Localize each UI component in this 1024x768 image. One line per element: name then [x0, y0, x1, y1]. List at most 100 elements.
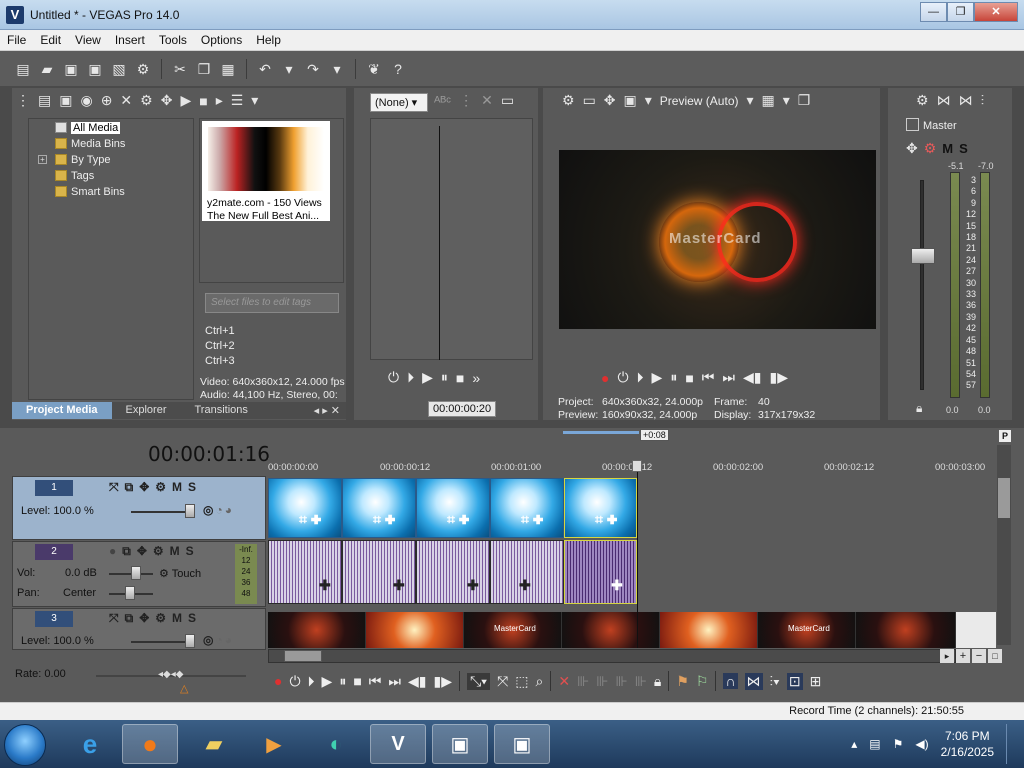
pan-crop-icon[interactable]: ⌗ ✚	[373, 511, 395, 528]
abc-icon[interactable]: ᴬᴮᶜ	[434, 93, 451, 109]
stop-icon[interactable]: ■	[199, 93, 207, 109]
invert-phase-icon[interactable]: ⧉	[122, 544, 131, 559]
taskbar-network-app-icon[interactable]: ▣	[432, 724, 488, 764]
track-fx-gear-icon[interactable]: ⚙	[153, 544, 164, 559]
menu-tools[interactable]: Tools	[152, 30, 194, 50]
menu-view[interactable]: View	[68, 30, 108, 50]
record-icon[interactable]: ●	[601, 370, 609, 386]
play-icon[interactable]: ▶	[180, 92, 191, 109]
paste-icon[interactable]: ▦	[219, 60, 237, 78]
track-2-vol-handle[interactable]	[131, 566, 141, 580]
preview-quality-label[interactable]: Preview (Auto)	[660, 94, 739, 108]
import-media-icon[interactable]: ▤	[38, 92, 51, 109]
track-automation-icon[interactable]: ✥	[139, 611, 149, 626]
track-3-level-handle[interactable]	[185, 634, 195, 648]
copy-icon[interactable]: ❐	[195, 60, 213, 78]
snapping-magnet-icon[interactable]: ∩	[723, 673, 738, 689]
taskbar-ie-icon[interactable]: e	[62, 724, 118, 764]
next-frame-icon[interactable]: ▮▶	[434, 673, 452, 690]
master-mute-icon[interactable]: ⋈	[937, 92, 951, 109]
solo-button[interactable]: S	[186, 544, 194, 559]
compositing-mode-icon[interactable]: ◎	[203, 503, 213, 517]
shortcut-2[interactable]: Ctrl+2	[205, 339, 235, 354]
preview-mode-dropdown-icon[interactable]: ▾	[747, 92, 754, 109]
video-clip-mastercard[interactable]	[268, 612, 366, 648]
make-compositing-child-icon[interactable]: ◔	[215, 633, 222, 647]
track-motion-icon[interactable]: ⤧	[109, 480, 119, 495]
video-clip[interactable]: ⌗ ✚	[342, 478, 416, 538]
video-clip[interactable]: ⌗ ✚	[268, 478, 342, 538]
make-compositing-parent-icon[interactable]: ◕	[225, 503, 232, 517]
vscroll-thumb[interactable]	[998, 478, 1010, 518]
pan-crop-icon[interactable]: ⌗ ✚	[595, 511, 617, 528]
views-dropdown-icon[interactable]: ▾	[251, 92, 258, 109]
zoom-in-icon[interactable]: +	[956, 649, 970, 663]
selection-edit-tool-icon[interactable]: ⬚	[515, 673, 528, 690]
audio-fx-icon[interactable]: ✚	[467, 577, 479, 594]
minimize-button[interactable]: —	[920, 2, 947, 22]
zoom-edit-tool-icon[interactable]: ⌕	[536, 673, 544, 690]
audio-clip[interactable]: ✚	[268, 540, 342, 604]
preview-quality-icon[interactable]: ▣	[624, 92, 637, 109]
show-desktop-button[interactable]	[1006, 724, 1016, 764]
compositing-mode-icon[interactable]: ◎	[203, 633, 213, 647]
split-screen-icon[interactable]: ✥	[604, 92, 616, 109]
trimmer-view[interactable]	[370, 118, 533, 360]
quality-dropdown-icon[interactable]: ▾	[645, 92, 652, 109]
go-to-end-icon[interactable]: ⏭	[722, 369, 735, 386]
master-fader-handle[interactable]	[911, 248, 935, 264]
video-clip[interactable]: ⌗ ✚	[490, 478, 564, 538]
tray-flag-icon[interactable]: ⚑	[893, 737, 904, 751]
make-compositing-child-icon[interactable]: ◔	[215, 503, 222, 517]
menu-edit[interactable]: Edit	[33, 30, 68, 50]
tree-item-smart-bins[interactable]: Smart Bins	[29, 184, 193, 200]
tags-input[interactable]: Select files to edit tags	[205, 293, 339, 313]
video-clip-mastercard[interactable]	[562, 612, 660, 648]
loop-playback-icon[interactable]: ⏻	[289, 673, 300, 690]
hscroll-thumb[interactable]	[284, 650, 322, 662]
save-as-icon[interactable]: ▣	[86, 60, 104, 78]
marker-bar-toggle[interactable]: P	[999, 430, 1011, 442]
track-automation-icon[interactable]: ✥	[137, 544, 147, 559]
taskbar-firefox-icon[interactable]: ●	[122, 724, 178, 764]
track-2-automation-mode[interactable]: ⚙ Touch	[159, 567, 201, 580]
render-icon[interactable]: ▧	[110, 60, 128, 78]
zoom-out-icon[interactable]: −	[972, 649, 986, 663]
play-from-start-icon[interactable]: ⏵	[308, 673, 315, 690]
tree-item-all-media[interactable]: All Media	[29, 120, 193, 136]
redo-dropdown-icon[interactable]: ▾	[328, 60, 346, 78]
lock-envelopes-icon[interactable]: ⊡	[786, 672, 803, 690]
play-icon[interactable]: ▶	[652, 369, 663, 386]
remove-media-icon[interactable]: ✕	[120, 92, 132, 109]
menu-help[interactable]: Help	[249, 30, 288, 50]
track-1-level-slider[interactable]	[131, 511, 191, 513]
restore-button[interactable]: ❐	[947, 2, 974, 22]
copy-snapshot-icon[interactable]: ❐	[798, 92, 811, 109]
overlays-grid-icon[interactable]: ▦	[762, 92, 775, 109]
trimmer-timecode[interactable]: 00:00:00:20	[428, 401, 497, 417]
trim-region-icon[interactable]: ▭	[501, 92, 514, 109]
stop-icon[interactable]: ■	[456, 370, 464, 386]
pan-crop-icon[interactable]: ⌗ ✚	[521, 511, 543, 528]
insert-region-icon[interactable]: ⚐	[696, 673, 709, 690]
lock-icon[interactable]: 🔒︎	[654, 673, 661, 690]
audio-clip-selected[interactable]: ✚	[564, 540, 637, 604]
video-clip-mastercard[interactable]	[856, 612, 956, 648]
loop-icon[interactable]: ⏻	[617, 369, 628, 386]
audio-fx-icon[interactable]: ✚	[611, 577, 623, 594]
go-to-start-icon[interactable]: ⏮	[702, 369, 715, 386]
split-icon[interactable]: ⊪	[635, 673, 647, 690]
audio-fx-icon[interactable]: ✚	[319, 577, 331, 594]
play-icon[interactable]: ▶	[322, 673, 333, 690]
audio-fx-icon[interactable]: ✚	[393, 577, 405, 594]
track-3-level-slider[interactable]	[131, 641, 191, 643]
track-automation-icon[interactable]: ✥	[139, 480, 149, 495]
cut-icon[interactable]: ✂	[171, 60, 189, 78]
tab-transitions[interactable]: Transitions	[181, 402, 262, 419]
go-to-end-icon[interactable]: ⏭	[388, 673, 401, 690]
loop-region-bar[interactable]	[563, 431, 639, 434]
stop-icon[interactable]: ■	[353, 673, 361, 689]
mute-button[interactable]: M	[172, 611, 182, 626]
playback-rate-handle[interactable]: ◂◆◂◆	[158, 669, 183, 680]
loop-icon[interactable]: ⏻	[388, 369, 399, 386]
